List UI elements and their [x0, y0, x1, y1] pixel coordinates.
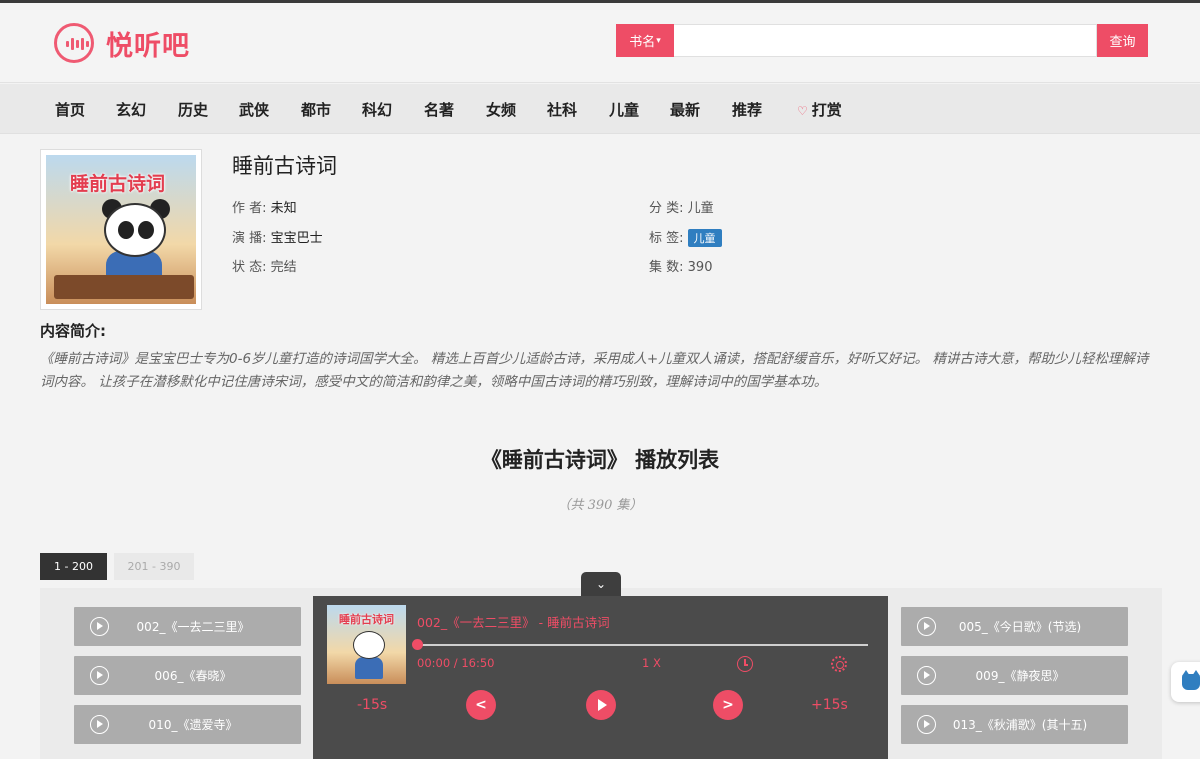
play-circle-icon: [917, 715, 936, 734]
sleep-timer-icon[interactable]: [737, 656, 753, 672]
book-category: 分 类: 儿童: [649, 201, 714, 216]
playlist-count: （共 390 集）: [557, 498, 643, 513]
site-logo[interactable]: 悦听吧: [54, 23, 190, 63]
nav-item-children[interactable]: 儿童: [609, 99, 639, 120]
category-link[interactable]: 儿童: [688, 201, 714, 216]
nav-item-fantasy[interactable]: 玄幻: [116, 99, 146, 120]
nav-item-donate[interactable]: ♡ 打赏: [797, 99, 842, 120]
search-type-dropdown[interactable]: 书名 ▾: [616, 24, 674, 57]
tag-badge[interactable]: 儿童: [687, 229, 722, 247]
intro-text: 《睡前古诗词》是宝宝巴士专为0-6岁儿童打造的诗词国学大全。 精选上百首少儿适龄…: [40, 351, 1149, 390]
nav-item-social-science[interactable]: 社科: [547, 99, 577, 120]
intro-heading: 内容简介:: [40, 322, 106, 340]
chevron-right-icon: >: [722, 697, 734, 713]
nav-item-latest[interactable]: 最新: [670, 99, 700, 120]
brand-name: 悦听吧: [106, 30, 190, 62]
book-cover-image: 睡前古诗词: [46, 155, 196, 304]
chevron-left-icon: <: [475, 697, 487, 713]
play-circle-icon: [90, 617, 109, 636]
floating-helper-widget[interactable]: [1171, 662, 1200, 702]
playlist-title: 《睡前古诗词》 播放列表: [480, 448, 720, 472]
nav-item-recommend[interactable]: 推荐: [732, 99, 762, 120]
list-item[interactable]: 006_《春晓》: [74, 656, 301, 695]
rewind-15-button[interactable]: -15s: [357, 697, 387, 713]
play-button[interactable]: [586, 690, 616, 720]
nav-item-scifi[interactable]: 科幻: [362, 99, 392, 120]
tab-1-200[interactable]: 1 - 200: [40, 553, 107, 580]
next-button[interactable]: >: [713, 690, 743, 720]
list-item[interactable]: 013_《秋浦歌》(其十五): [901, 705, 1128, 744]
prev-button[interactable]: <: [466, 690, 496, 720]
book-title: 睡前古诗词: [232, 154, 337, 178]
panda-illustration: [104, 203, 166, 257]
cover-title-text: 睡前古诗词: [70, 173, 166, 195]
search-type-label: 书名: [629, 35, 656, 50]
narrator-link[interactable]: 宝宝巴士: [271, 231, 323, 246]
list-item[interactable]: 005_《今日歌》(节选): [901, 607, 1128, 646]
playback-time: 00:00 / 16:50: [417, 656, 495, 670]
list-item[interactable]: 009_《静夜思》: [901, 656, 1128, 695]
list-item[interactable]: 002_《一去二三里》: [74, 607, 301, 646]
book-author: 作 者: 未知: [232, 201, 297, 216]
audio-player: 睡前古诗词 002_《一去二三里》 - 睡前古诗词 00:00 / 16:50 …: [313, 596, 888, 759]
book-tags: 标 签: 儿童: [649, 227, 722, 247]
search-input[interactable]: [674, 24, 1097, 57]
list-item[interactable]: 010_《遗爱寺》: [74, 705, 301, 744]
play-circle-icon: [917, 617, 936, 636]
heart-icon: ♡: [797, 104, 808, 118]
nav-item-wuxia[interactable]: 武侠: [239, 99, 269, 120]
nav-item-history[interactable]: 历史: [178, 99, 208, 120]
tab-201-390[interactable]: 201 - 390: [114, 553, 194, 580]
main-nav: 首页 玄幻 历史 武侠 都市 科幻 名著 女频 社科 儿童 最新 推荐 ♡ 打赏: [0, 84, 1200, 134]
site-header: 悦听吧 书名 ▾ 查询: [0, 3, 1200, 83]
book-episodes: 集 数: 390: [649, 260, 713, 275]
search-button[interactable]: 查询: [1097, 24, 1148, 57]
caret-down-icon: ▾: [656, 35, 661, 46]
nav-item-donate-label: 打赏: [811, 101, 842, 119]
now-playing-title: 002_《一去二三里》 - 睡前古诗词: [417, 615, 610, 630]
settings-gear-icon[interactable]: [831, 656, 847, 672]
headphones-logo-icon: [54, 23, 94, 63]
play-circle-icon: [90, 715, 109, 734]
book-cover: 睡前古诗词: [40, 149, 202, 310]
play-circle-icon: [917, 666, 936, 685]
nav-item-female[interactable]: 女频: [486, 99, 516, 120]
search-bar: 书名 ▾ 查询: [616, 24, 1148, 57]
nav-item-home[interactable]: 首页: [55, 99, 85, 120]
player-cover: 睡前古诗词: [327, 605, 406, 684]
nav-item-classics[interactable]: 名著: [424, 99, 454, 120]
player-cover-title: 睡前古诗词: [339, 613, 394, 626]
player-toggle-button[interactable]: ⌄: [581, 572, 621, 596]
speed-button[interactable]: 1 X: [642, 656, 661, 670]
chevron-down-icon: ⌄: [595, 577, 607, 591]
forward-15-button[interactable]: +15s: [811, 697, 848, 713]
progress-handle[interactable]: [412, 639, 423, 650]
book-narrator: 演 播: 宝宝巴士: [232, 231, 323, 246]
play-circle-icon: [90, 666, 109, 685]
progress-bar[interactable]: [412, 639, 868, 650]
book-status: 状 态: 完结: [232, 260, 297, 275]
panda-illustration: [353, 631, 385, 659]
cat-icon: [1182, 670, 1200, 690]
nav-item-urban[interactable]: 都市: [301, 99, 331, 120]
